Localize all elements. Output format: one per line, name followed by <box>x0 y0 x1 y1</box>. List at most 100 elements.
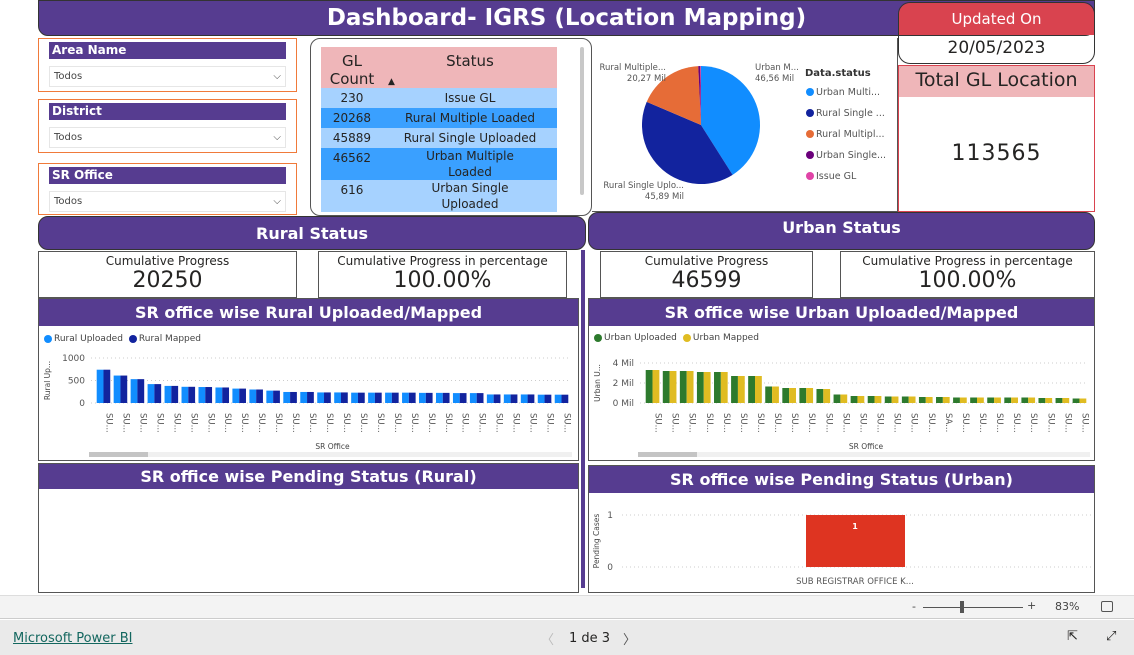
kpi-label: Cumulative Progress in percentage <box>337 254 548 268</box>
table-row: 45889 Rural Single Uploaded <box>321 128 557 148</box>
x-tick-label: SU... <box>1045 413 1055 433</box>
zoom-in-button[interactable]: + <box>1027 599 1036 612</box>
bar <box>765 386 773 403</box>
bar <box>222 387 230 403</box>
column-header-gl-count[interactable]: GL Count <box>321 47 383 88</box>
cell: Issue GL <box>382 88 557 108</box>
x-tick-label: SU... <box>528 413 538 433</box>
bar <box>1011 397 1018 403</box>
next-page-button[interactable]: 〉 <box>623 629 636 648</box>
x-tick-label: SU... <box>205 413 215 433</box>
zoom-slider[interactable] <box>923 607 1023 608</box>
status-table: GL Count Status ▲ 230 Issue GL 20268 Rural M… <box>310 38 592 216</box>
x-tick-label: SU... <box>1079 413 1089 433</box>
district-dropdown[interactable]: Todos ⌵ <box>49 127 286 148</box>
bar <box>503 394 511 403</box>
bar <box>300 391 308 403</box>
x-tick-label: SU... <box>994 413 1004 433</box>
rural-percentage-card: Cumulative Progress in percentage 100.00% <box>318 251 567 298</box>
legend-dot-icon <box>806 130 814 138</box>
y-tick-label: 0 <box>607 563 613 573</box>
x-tick-label: SU... <box>1028 413 1038 433</box>
bar <box>789 388 796 403</box>
x-tick-label: SU... <box>324 413 334 433</box>
dropdown-value: Todos <box>54 196 83 207</box>
bar <box>469 393 477 403</box>
slicer-district[interactable]: District Todos ⌵ <box>38 99 297 153</box>
urban-bar-svg: 0 Mil 2 Mil 4 Mil SU... SU... SU... SU... SU...… <box>593 359 1090 457</box>
x-tick-label: SU... <box>840 413 850 433</box>
urban-bar-chart-panel: SR office wise Urban Uploaded/Mapped Urb… <box>588 298 1095 461</box>
sr-office-dropdown[interactable]: Todos ⌵ <box>49 191 286 212</box>
bar <box>307 391 314 403</box>
zoom-slider-thumb[interactable] <box>960 601 964 613</box>
x-tick-label: SU... <box>409 413 419 433</box>
dropdown-value: Todos <box>54 132 83 143</box>
x-tick-label: SU... <box>562 413 572 433</box>
slicer-sr-office[interactable]: SR Office Todos ⌵ <box>38 163 297 215</box>
table-row: 46562 Urban Multiple Loaded <box>321 148 557 180</box>
bar <box>120 375 128 403</box>
x-tick-label: SU... <box>273 413 283 433</box>
share-icon[interactable]: ⇱ <box>1067 629 1078 644</box>
bar <box>714 372 721 403</box>
kpi-label: Cumulative Progress <box>105 254 230 268</box>
y-tick-label: 0 Mil <box>613 399 634 409</box>
bar <box>181 386 189 403</box>
footer: Microsoft Power BI 〈 1 de 3 〉 ⇱ ⤢ <box>0 620 1134 655</box>
slicer-area-name[interactable]: Area Name Todos ⌵ <box>38 38 297 92</box>
bar <box>918 397 926 403</box>
x-tick-label: SU... <box>926 413 936 433</box>
scrollbar-thumb <box>638 452 697 457</box>
rural-chart-title: SR office wise Rural Uploaded/Mapped <box>39 299 578 326</box>
x-tick-label: SU... <box>772 413 782 433</box>
x-tick-label: SU... <box>137 413 147 433</box>
column-header-status[interactable]: Status ▲ <box>382 47 557 88</box>
x-tick-label: SU... <box>341 413 351 433</box>
rural-bar-chart-panel: SR office wise Rural Uploaded/Mapped Rur… <box>38 298 579 461</box>
dropdown-value: Todos <box>54 71 83 82</box>
bar <box>662 371 670 403</box>
fullscreen-icon[interactable]: ⤢ <box>1106 629 1116 644</box>
urban-status-title: Urban Status <box>782 218 901 237</box>
bar <box>317 392 325 403</box>
bar <box>130 379 138 403</box>
x-tick-label: SU... <box>154 413 164 433</box>
bar <box>419 392 426 403</box>
x-tick-label: SUB REGISTRAR OFFICE K... <box>796 577 914 587</box>
bar <box>205 387 213 403</box>
x-tick-label: SU... <box>307 413 317 433</box>
bar <box>908 396 916 403</box>
bar <box>720 372 728 403</box>
area-name-dropdown[interactable]: Todos ⌵ <box>49 66 286 87</box>
x-tick-label: SU... <box>256 413 266 433</box>
power-bi-link[interactable]: Microsoft Power BI <box>13 631 132 646</box>
rural-pending-panel: SR office wise Pending Status (Rural) <box>38 463 579 593</box>
x-tick-label: SU... <box>1011 413 1021 433</box>
bar <box>554 394 562 403</box>
zoom-out-button[interactable]: - <box>912 600 916 613</box>
bar <box>994 397 1001 403</box>
pie-data-label: Rural Multiple... <box>599 63 666 73</box>
x-tick-label: SA... <box>943 413 953 432</box>
kpi-label: Cumulative Progress <box>644 254 769 268</box>
header-text: Status <box>446 52 494 70</box>
bar <box>273 390 280 403</box>
x-tick-label: SU... <box>426 413 436 433</box>
rural-cumulative-card: Cumulative Progress 20250 <box>38 251 297 298</box>
table-scrollbar[interactable] <box>580 47 584 195</box>
total-gl-value: 113565 <box>951 141 1042 166</box>
bar <box>435 392 443 403</box>
bar <box>486 394 494 403</box>
pie-svg: Urban M...46,56 Mil Rural Multiple...20,2… <box>599 63 886 202</box>
bar <box>652 370 660 403</box>
bar <box>645 370 653 403</box>
fit-to-page-icon[interactable] <box>1101 601 1113 612</box>
table-row: 20268 Rural Multiple Loaded <box>321 108 557 128</box>
vertical-divider <box>581 250 585 588</box>
x-tick-label: SU... <box>687 413 697 433</box>
slicer-label: District <box>49 103 286 120</box>
previous-page-button[interactable]: 〈 <box>541 629 554 648</box>
x-tick-label: SU... <box>653 413 663 433</box>
x-tick-label: SU... <box>1062 413 1072 433</box>
